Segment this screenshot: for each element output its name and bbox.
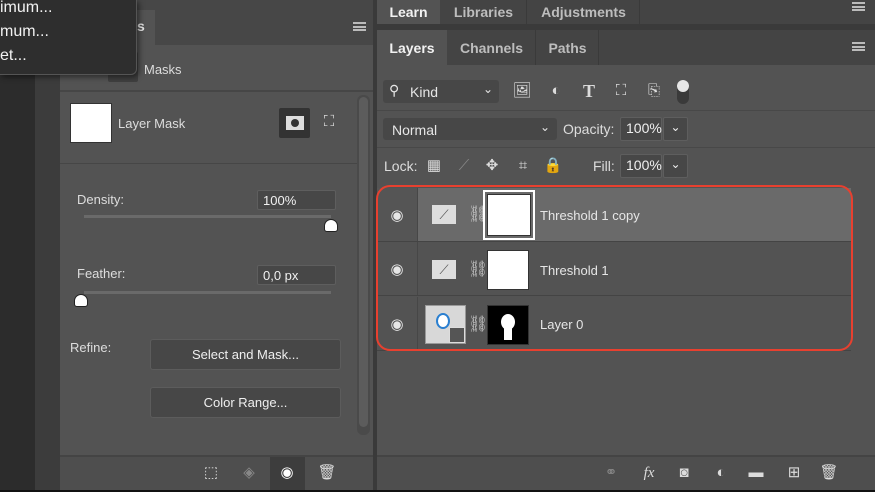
lock-move-icon[interactable]: ✥ xyxy=(482,156,502,176)
threshold-adjustment-icon: ⟋ xyxy=(432,205,456,224)
flyout-menu: imum... mum... et... xyxy=(0,0,137,75)
lock-artboard-icon[interactable]: ⌗ xyxy=(513,156,533,176)
adjustment-layer-icon[interactable]: ◐ xyxy=(711,463,731,483)
panel-menu-icon[interactable] xyxy=(852,42,865,51)
select-and-mask-button[interactable]: Select and Mask... xyxy=(150,339,341,370)
pixel-mask-button[interactable] xyxy=(279,108,310,138)
shape-filter-icon[interactable]: ⛶ xyxy=(611,81,631,101)
density-slider-thumb[interactable] xyxy=(324,219,338,232)
adjustment-filter-icon[interactable]: ◐ xyxy=(546,81,566,101)
lock-transparent-icon[interactable]: ▦ xyxy=(424,156,444,176)
link-icon[interactable]: ⛓ xyxy=(468,204,488,224)
menu-item[interactable]: imum... xyxy=(0,0,52,17)
layer-mask-thumbnail[interactable] xyxy=(487,305,529,345)
top-tabbar: Learn Libraries Adjustments xyxy=(377,0,875,24)
tab-layers[interactable]: Layers xyxy=(377,30,447,65)
search-icon: ⚲ xyxy=(389,82,400,98)
link-icon[interactable]: ⛓ xyxy=(468,314,488,334)
layer-thumbnail xyxy=(425,305,466,344)
menu-item[interactable]: mum... xyxy=(0,23,49,41)
refine-label: Refine: xyxy=(70,340,112,355)
menu-item[interactable]: et... xyxy=(0,47,27,65)
load-selection-icon[interactable]: ⬚ xyxy=(201,463,221,483)
layer-name[interactable]: Threshold 1 xyxy=(540,263,609,278)
panel-menu-icon[interactable] xyxy=(852,2,865,11)
layer-mask-thumbnail[interactable] xyxy=(483,190,535,240)
opacity-label: Opacity: xyxy=(563,121,615,137)
chevron-down-icon: ⌄ xyxy=(540,120,551,134)
blend-mode-value: Normal xyxy=(392,122,438,138)
scrollbar[interactable] xyxy=(357,95,370,435)
feather-label: Feather: xyxy=(77,266,126,281)
blend-mode-dropdown[interactable]: Normal ⌄ xyxy=(383,118,557,140)
layer-name[interactable]: Layer 0 xyxy=(540,317,583,332)
layer-mask-thumbnail[interactable] xyxy=(487,250,529,290)
masks-label: Masks xyxy=(144,62,182,77)
tab-channels[interactable]: Channels xyxy=(448,30,536,65)
layers-tabbar: Layers Channels Paths xyxy=(377,30,875,65)
layer-name[interactable]: Threshold 1 copy xyxy=(540,208,640,223)
threshold-adjustment-icon: ⟋ xyxy=(432,260,456,279)
trash-icon[interactable]: 🗑 xyxy=(819,463,839,483)
tab-adjustments[interactable]: Adjustments xyxy=(528,0,640,24)
layer-row[interactable]: ◉ ⛓ Layer 0 xyxy=(377,297,851,351)
visibility-eye-icon[interactable]: ◉ xyxy=(377,188,418,241)
layer-mask-label: Layer Mask xyxy=(118,116,186,131)
lock-paint-brush-icon[interactable]: ⟋ xyxy=(454,156,474,176)
new-layer-icon[interactable]: ⊞ xyxy=(784,463,804,483)
tab-properties[interactable]: s xyxy=(137,18,145,34)
fill-label: Fill: xyxy=(593,158,615,174)
pixel-filter-icon[interactable]: 🖼 xyxy=(512,81,532,101)
image-content xyxy=(436,313,450,329)
filter-kind-value: Kind xyxy=(410,84,439,100)
divider xyxy=(377,147,875,148)
divider xyxy=(377,110,875,111)
properties-tabbar xyxy=(155,10,373,45)
tab-paths[interactable]: Paths xyxy=(537,30,599,65)
filter-kind-dropdown[interactable]: ⚲ Kind ⌄ xyxy=(383,80,499,103)
fill-input[interactable]: 100% xyxy=(620,154,662,178)
layer-mask-thumbnail xyxy=(70,103,112,143)
density-label: Density: xyxy=(77,192,124,207)
vector-mask-icon[interactable]: ⛶ xyxy=(317,112,341,132)
divider xyxy=(60,163,358,164)
lock-label: Lock: xyxy=(384,158,418,174)
folder-icon[interactable]: ▬ xyxy=(746,463,766,483)
feather-slider[interactable] xyxy=(84,291,331,294)
smart-object-filter-icon[interactable]: ⎘ xyxy=(644,81,664,101)
pixel-mask-icon xyxy=(285,116,304,130)
filter-toggle[interactable] xyxy=(677,80,689,104)
opacity-input[interactable]: 100% xyxy=(620,117,662,141)
trash-icon[interactable]: 🗑 xyxy=(317,463,337,483)
divider xyxy=(60,90,373,92)
layer-row[interactable]: ◉ ⟋ ⛓ Threshold 1 copy xyxy=(377,188,851,242)
type-filter-icon[interactable]: T xyxy=(579,81,599,101)
opacity-chevron-icon[interactable]: ⌄ xyxy=(663,117,688,141)
smart-object-badge-icon xyxy=(449,327,465,343)
feather-input[interactable]: 0,0 px xyxy=(257,265,336,285)
layer-row[interactable]: ◉ ⟋ ⛓ Threshold 1 xyxy=(377,242,851,296)
panel-menu-icon[interactable] xyxy=(353,22,366,31)
eye-icon: ◉ xyxy=(280,464,294,481)
color-range-button[interactable]: Color Range... xyxy=(150,387,341,418)
feather-slider-thumb[interactable] xyxy=(74,294,88,307)
density-input[interactable]: 100% xyxy=(257,190,336,210)
density-slider[interactable] xyxy=(84,215,331,218)
visibility-eye-icon[interactable]: ◉ xyxy=(377,242,418,295)
link-layers-icon[interactable]: ⚭ xyxy=(601,463,621,483)
tab-learn[interactable]: Learn xyxy=(377,0,440,24)
fill-chevron-icon[interactable]: ⌄ xyxy=(663,154,688,178)
add-mask-icon[interactable]: ◙ xyxy=(674,463,694,483)
lock-all-icon[interactable]: 🔒 xyxy=(543,156,563,176)
visibility-eye-icon[interactable]: ◉ xyxy=(377,297,418,350)
chevron-down-icon: ⌄ xyxy=(483,82,494,96)
apply-mask-icon[interactable]: ◈ xyxy=(239,463,259,483)
link-icon[interactable]: ⛓ xyxy=(468,259,488,279)
tab-libraries[interactable]: Libraries xyxy=(441,0,527,24)
fx-icon[interactable]: fx xyxy=(639,463,659,483)
